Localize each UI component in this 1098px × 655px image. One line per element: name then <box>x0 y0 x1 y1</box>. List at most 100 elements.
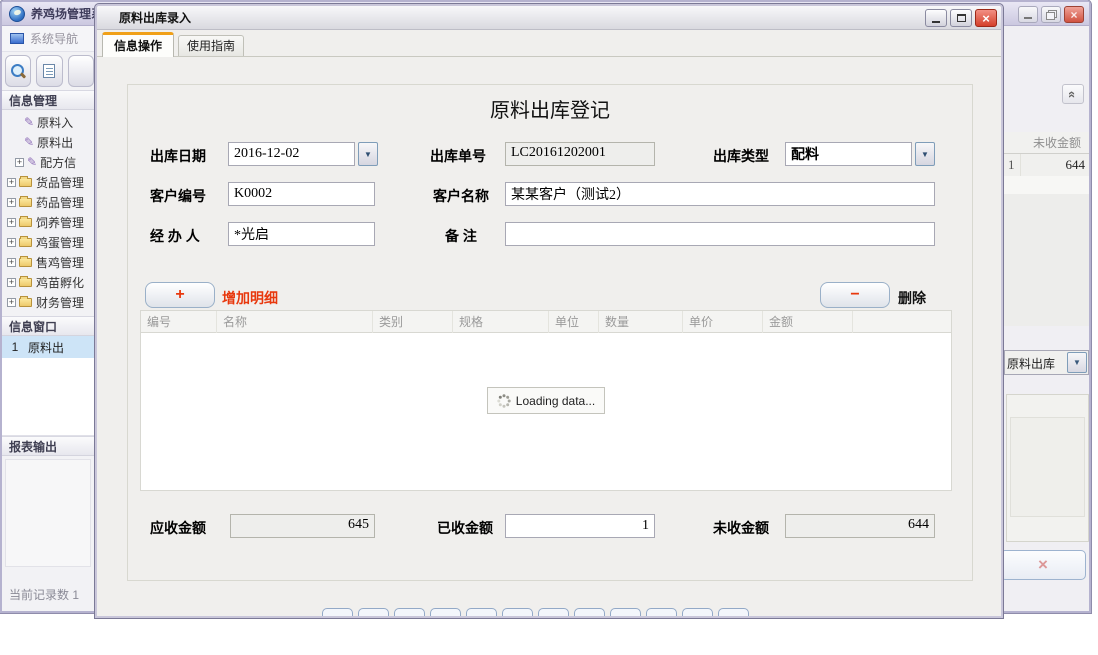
maximize-icon <box>957 14 966 22</box>
pin-icon: ✎ <box>24 115 34 129</box>
restore-icon <box>1046 10 1057 20</box>
bottom-toolbar-button[interactable] <box>646 608 677 618</box>
bottom-toolbar-button[interactable] <box>502 608 533 618</box>
dialog-title: 原料出库录入 <box>119 9 191 26</box>
col-header-filler <box>853 311 952 333</box>
col-header-no[interactable]: 编号 <box>141 311 217 333</box>
main-close-button[interactable]: × <box>1064 6 1084 23</box>
pin-icon: ✎ <box>24 135 34 149</box>
col-header-name[interactable]: 名称 <box>217 311 373 333</box>
tree-item-goods[interactable]: + 货品管理 <box>2 172 94 192</box>
bottom-toolbar-button[interactable] <box>574 608 605 618</box>
receivable-field: 645 <box>230 514 375 538</box>
list-item[interactable]: 1 原料出 <box>2 336 94 358</box>
tab-divider <box>97 56 1001 57</box>
info-window-list: 1 原料出 <box>2 336 94 436</box>
grid-body <box>1004 194 1089 326</box>
tree-item-sale[interactable]: + 售鸡管理 <box>2 252 94 272</box>
bottom-toolbar-button[interactable] <box>322 608 353 618</box>
dialog-maximize-button[interactable] <box>950 9 972 27</box>
sidebar-toolbar <box>2 52 94 90</box>
table-row-empty <box>1004 176 1089 194</box>
expand-icon[interactable]: + <box>7 278 16 287</box>
col-header-amount[interactable]: 金额 <box>763 311 853 333</box>
received-field[interactable] <box>505 514 655 538</box>
unreceived-field: 644 <box>785 514 935 538</box>
chevron-down-icon: ▼ <box>364 150 372 159</box>
expand-icon[interactable]: + <box>15 158 24 167</box>
expand-icon[interactable]: + <box>7 238 16 247</box>
section-header-info: 信息管理 <box>2 90 94 110</box>
document-button[interactable] <box>36 55 62 87</box>
spinner-icon <box>497 394 511 408</box>
col-header-unit[interactable]: 单位 <box>549 311 599 333</box>
expand-icon[interactable]: + <box>7 298 16 307</box>
unreceived-label: 未收金额 <box>713 518 769 538</box>
chevron-down-icon[interactable]: ▼ <box>1067 352 1087 373</box>
tab-user-guide[interactable]: 使用指南 <box>178 35 244 57</box>
expand-icon[interactable]: + <box>7 218 16 227</box>
search-icon <box>10 63 26 79</box>
close-icon: × <box>1038 555 1048 575</box>
dialog-close-button[interactable]: × <box>975 9 997 27</box>
folder-icon <box>19 218 32 227</box>
delete-detail-button[interactable]: − <box>820 282 890 308</box>
received-label: 已收金额 <box>437 518 493 538</box>
delete-detail-label: 删除 <box>898 288 926 308</box>
operator-field[interactable] <box>228 222 375 246</box>
remark-field[interactable] <box>505 222 935 246</box>
tree-item-medicine[interactable]: + 药品管理 <box>2 192 94 212</box>
collapse-panel-button[interactable]: « <box>1062 84 1084 104</box>
tree-item-feeding[interactable]: + 饲养管理 <box>2 212 94 232</box>
tree-item-finance[interactable]: + 财务管理 <box>2 292 94 312</box>
expand-icon[interactable]: + <box>7 198 16 207</box>
out-type-field[interactable] <box>785 142 912 166</box>
out-type-dropdown-button[interactable]: ▼ <box>915 142 935 166</box>
out-date-dropdown-button[interactable]: ▼ <box>358 142 378 166</box>
receivable-label: 应收金额 <box>150 518 206 538</box>
grid-column-unpaid[interactable]: 未收金额 <box>1004 132 1089 154</box>
bottom-toolbar-button[interactable] <box>538 608 569 618</box>
col-header-spec[interactable]: 规格 <box>453 311 549 333</box>
bottom-toolbar-button[interactable] <box>358 608 389 618</box>
bottom-toolbar-button[interactable] <box>718 608 749 618</box>
main-minimize-button[interactable] <box>1018 6 1038 23</box>
col-header-price[interactable]: 单价 <box>683 311 763 333</box>
tree-item-hatch[interactable]: + 鸡苗孵化 <box>2 272 94 292</box>
bottom-toolbar-button[interactable] <box>430 608 461 618</box>
customer-name-field[interactable] <box>505 182 935 206</box>
tab-info-operation[interactable]: 信息操作 <box>102 32 174 57</box>
tree-item-raw-out[interactable]: ✎ 原料出 <box>2 132 94 152</box>
window-icon <box>10 33 24 44</box>
doc-type-select[interactable]: 原料出库 ▼ <box>1004 350 1089 375</box>
toolbar-button-3[interactable] <box>68 55 94 87</box>
expand-icon[interactable]: + <box>7 178 16 187</box>
bottom-toolbar-button[interactable] <box>682 608 713 618</box>
report-output-area <box>5 459 91 567</box>
minimize-icon <box>932 21 940 23</box>
folder-icon <box>19 278 32 287</box>
tree-item-recipe[interactable]: + ✎ 配方信 <box>2 152 94 172</box>
bottom-toolbar-button[interactable] <box>394 608 425 618</box>
close-record-button[interactable]: × <box>1000 550 1086 580</box>
col-header-qty[interactable]: 数量 <box>599 311 683 333</box>
sidebar-item-system-nav[interactable]: 系统导航 <box>2 26 94 52</box>
main-restore-button[interactable] <box>1041 6 1061 23</box>
document-icon <box>43 64 55 78</box>
out-date-field[interactable] <box>228 142 355 166</box>
add-detail-button[interactable]: + <box>145 282 215 308</box>
chevron-down-icon: ▼ <box>921 150 929 159</box>
expand-icon[interactable]: + <box>7 258 16 267</box>
folder-icon <box>19 198 32 207</box>
customer-no-field[interactable] <box>228 182 375 206</box>
search-button[interactable] <box>5 55 31 87</box>
tree-item-raw-in[interactable]: ✎ 原料入 <box>2 112 94 132</box>
customer-no-label: 客户编号 <box>150 186 206 206</box>
col-header-category[interactable]: 类别 <box>373 311 453 333</box>
bottom-toolbar-button[interactable] <box>610 608 641 618</box>
tree-item-egg[interactable]: + 鸡蛋管理 <box>2 232 94 252</box>
dialog-titlebar[interactable]: 原料出库录入 <box>97 6 1001 30</box>
table-row[interactable]: 1 644 <box>1004 154 1089 176</box>
dialog-minimize-button[interactable] <box>925 9 947 27</box>
bottom-toolbar-button[interactable] <box>466 608 497 618</box>
